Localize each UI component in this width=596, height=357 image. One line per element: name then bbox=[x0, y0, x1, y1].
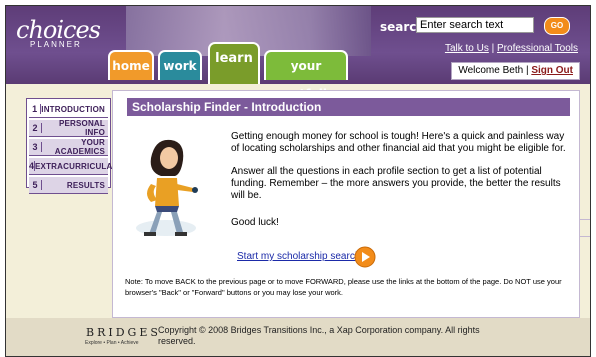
sidebar-item-number: 3 bbox=[29, 142, 42, 152]
talk-to-us-link[interactable]: Talk to Us bbox=[445, 43, 489, 54]
search-go-button[interactable]: GO bbox=[544, 17, 570, 35]
sidebar-item-extracurriculars[interactable]: 4 Extracurriculars bbox=[29, 158, 124, 175]
sidebar-item-introduction[interactable]: 1 Introduction bbox=[29, 101, 108, 118]
sign-out-link[interactable]: Sign Out bbox=[531, 65, 573, 76]
intro-paragraph: Getting enough money for school is tough… bbox=[231, 131, 566, 154]
welcome-text: Welcome Beth bbox=[458, 65, 524, 76]
start-scholarship-search-link[interactable]: Start my scholarship search bbox=[237, 251, 360, 262]
decorative-line bbox=[580, 219, 590, 220]
bridges-tagline: Explore • Plan • Achieve bbox=[85, 340, 139, 346]
section-sidebar: 1 Introduction 2 Personal Info 3 Your Ac… bbox=[26, 98, 124, 194]
sidebar-item-label: Your Academics bbox=[54, 138, 105, 156]
footer: BRIDGES Explore • Plan • Achieve Copyrig… bbox=[6, 318, 590, 356]
copyright-text: Copyright © 2008 Bridges Transitions Inc… bbox=[158, 325, 480, 346]
app-frame: choices PLANNER search GO Talk to Us | P… bbox=[5, 5, 591, 357]
sidebar-item-label: Results bbox=[66, 180, 105, 190]
header-banner: choices PLANNER search GO Talk to Us | P… bbox=[6, 6, 590, 101]
tab-work[interactable]: work bbox=[158, 50, 202, 80]
tab-home[interactable]: home bbox=[108, 50, 154, 80]
sidebar-item-number: 2 bbox=[29, 123, 42, 133]
student-illustration bbox=[136, 139, 198, 236]
welcome-box: Welcome Beth | Sign Out bbox=[451, 62, 580, 80]
sidebar-item-personal-info[interactable]: 2 Personal Info bbox=[29, 119, 108, 137]
sidebar-item-label: Personal Info bbox=[58, 119, 105, 137]
main-content-panel: Scholarship Finder - Introduction Gettin… bbox=[112, 90, 580, 318]
sidebar-item-results[interactable]: 5 Results bbox=[29, 177, 108, 194]
top-links-separator: | bbox=[491, 43, 495, 54]
sidebar-item-number: 5 bbox=[29, 180, 42, 190]
choices-planner-logo[interactable]: choices PLANNER bbox=[16, 16, 101, 49]
professional-tools-link[interactable]: Professional Tools bbox=[497, 43, 578, 54]
decorative-line bbox=[580, 236, 590, 237]
sidebar-item-label: Introduction bbox=[41, 104, 105, 114]
bridges-logo[interactable]: BRIDGES bbox=[86, 326, 161, 339]
instructions-paragraph: Answer all the questions in each profile… bbox=[231, 166, 561, 201]
good-luck-text: Good luck! bbox=[231, 217, 279, 228]
page-title: Scholarship Finder - Introduction bbox=[127, 98, 570, 116]
welcome-separator: | bbox=[525, 65, 529, 76]
play-arrow-icon[interactable] bbox=[354, 246, 376, 268]
top-links: Talk to Us | Professional Tools bbox=[445, 43, 578, 54]
navigation-note: Note: To move BACK to the previous page … bbox=[125, 277, 562, 297]
sidebar-item-number: 1 bbox=[29, 104, 42, 114]
sidebar-item-your-academics[interactable]: 3 Your Academics bbox=[29, 138, 108, 156]
search-input[interactable] bbox=[416, 17, 534, 33]
tab-your-portfolio[interactable]: your portfolio bbox=[264, 50, 348, 101]
tab-learn[interactable]: learn bbox=[208, 42, 260, 84]
